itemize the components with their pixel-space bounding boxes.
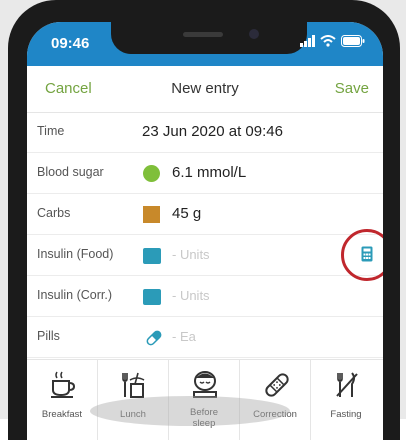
battery-icon (341, 35, 365, 47)
lunch-icon (122, 372, 145, 398)
pills-label: Pills (37, 329, 60, 343)
phone-notch (111, 22, 307, 54)
insulin-food-label: Insulin (Food) (37, 247, 114, 261)
pill-icon (145, 329, 163, 352)
front-camera (249, 29, 259, 39)
highlight-circle (341, 229, 383, 281)
time-label: Time (37, 124, 65, 138)
green-circle-icon (143, 165, 160, 182)
page-title: New entry (171, 80, 239, 97)
insulin-corr-row[interactable]: Insulin (Corr.) - Units (27, 276, 383, 317)
speaker-grille (183, 32, 223, 37)
insulin-corr-input[interactable]: - Units (172, 288, 210, 303)
bandage-icon (265, 373, 289, 397)
insulin-food-input[interactable]: - Units (172, 247, 210, 262)
status-icons (300, 35, 365, 47)
insulin-pen-icon (143, 248, 161, 264)
status-time: 09:46 (51, 35, 90, 52)
screen-glare (90, 396, 290, 426)
wifi-icon (320, 35, 336, 47)
pills-input[interactable]: - Ea (172, 329, 196, 344)
time-row[interactable]: Time 23 Jun 2020 at 09:46 (27, 112, 383, 153)
blood-sugar-row[interactable]: Blood sugar 6.1 mmol/L (27, 153, 383, 194)
app-screen: 09:46 Cancel New entry Save Time 23 Jun … (27, 22, 383, 442)
pills-row[interactable]: Pills - Ea (27, 317, 383, 358)
fasting-button[interactable]: Fasting (311, 360, 381, 440)
insulin-food-row[interactable]: Insulin (Food) - Units (27, 229, 383, 281)
carbs-row[interactable]: Carbs 45 g (27, 194, 383, 235)
nav-bar: Cancel New entry Save (27, 66, 383, 113)
save-button[interactable]: Save (335, 80, 369, 97)
blood-sugar-value[interactable]: 6.1 mmol/L (172, 164, 246, 181)
phone-frame: 09:46 Cancel New entry Save Time 23 Jun … (0, 0, 406, 442)
blood-sugar-label: Blood sugar (37, 165, 104, 179)
status-bar: 09:46 (27, 22, 383, 66)
signal-icon (300, 35, 315, 47)
time-value[interactable]: 23 Jun 2020 at 09:46 (142, 123, 283, 140)
insulin-corr-label: Insulin (Corr.) (37, 288, 113, 302)
carbs-value[interactable]: 45 g (172, 205, 201, 222)
insulin-pen-icon (143, 289, 161, 305)
no-food-icon (336, 372, 358, 397)
carbs-label: Carbs (37, 206, 71, 220)
breakfast-button[interactable]: Breakfast (27, 360, 98, 440)
orange-square-icon (143, 206, 160, 223)
coffee-cup-icon (51, 371, 76, 398)
